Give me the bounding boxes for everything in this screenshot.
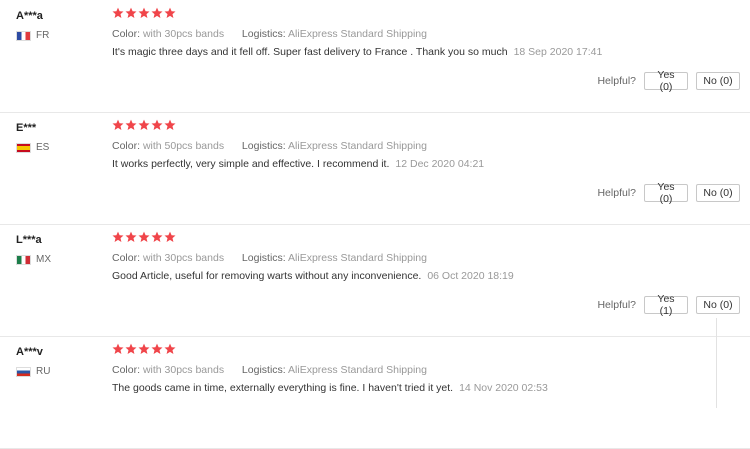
reviewer-name: A***a	[16, 10, 43, 22]
reviewer-name: L***a	[16, 234, 42, 246]
star-icon	[138, 7, 150, 19]
review-item: A***v RU Color: with 30pcs bands Logisti…	[0, 336, 750, 449]
color-label: Color:	[112, 252, 141, 264]
logistics-value: AliExpress Standard Shipping	[288, 140, 427, 152]
helpful-no-button[interactable]: No (0)	[696, 296, 740, 314]
star-icon	[125, 231, 137, 243]
star-icon	[151, 7, 163, 19]
helpful-bar: Helpful? Yes (0) No (0)	[597, 69, 740, 93]
star-icon	[164, 7, 176, 19]
spain-flag-icon	[16, 142, 31, 153]
logistics-label: Logistics:	[241, 252, 286, 264]
sku-info: Color: with 30pcs bands Logistics: AliEx…	[112, 28, 427, 40]
divider-line	[716, 318, 717, 408]
review-text: It works perfectly, very simple and effe…	[112, 158, 484, 170]
russia-flag-icon	[16, 366, 31, 377]
review-body: The goods came in time, externally every…	[112, 382, 454, 394]
helpful-yes-button[interactable]: Yes (0)	[644, 181, 688, 205]
review-body: It's magic three days and it fell off. S…	[112, 46, 508, 58]
star-icon	[125, 119, 137, 131]
star-icon	[151, 119, 163, 131]
sku-info: Color: with 30pcs bands Logistics: AliEx…	[112, 252, 427, 264]
star-rating	[112, 231, 176, 243]
star-icon	[164, 231, 176, 243]
helpful-label: Helpful?	[597, 75, 636, 87]
star-icon	[112, 343, 124, 355]
reviewer-name: A***v	[16, 346, 43, 358]
helpful-no-button[interactable]: No (0)	[696, 184, 740, 202]
review-date: 14 Nov 2020 02:53	[459, 382, 548, 394]
star-icon	[138, 119, 150, 131]
star-rating	[112, 343, 176, 355]
logistics-label: Logistics:	[241, 364, 286, 376]
country-code: FR	[36, 30, 50, 41]
review-body: It works perfectly, very simple and effe…	[112, 158, 390, 170]
star-icon	[138, 343, 150, 355]
review-text: The goods came in time, externally every…	[112, 382, 548, 394]
color-value: with 30pcs bands	[142, 364, 225, 376]
color-label: Color:	[112, 364, 141, 376]
review-text: It's magic three days and it fell off. S…	[112, 46, 602, 58]
color-label: Color:	[112, 28, 141, 40]
review-text: Good Article, useful for removing warts …	[112, 270, 514, 282]
reviewer-country: FR	[16, 30, 49, 41]
logistics-label: Logistics:	[241, 28, 286, 40]
star-icon	[125, 343, 137, 355]
sku-info: Color: with 50pcs bands Logistics: AliEx…	[112, 140, 427, 152]
france-flag-icon	[16, 30, 31, 41]
star-icon	[112, 7, 124, 19]
reviewer-name: E***	[16, 122, 37, 134]
helpful-bar: Helpful? Yes (0) No (0)	[597, 181, 740, 205]
star-icon	[112, 231, 124, 243]
star-icon	[125, 7, 137, 19]
star-icon	[151, 343, 163, 355]
country-code: ES	[36, 142, 50, 153]
helpful-yes-button[interactable]: Yes (1)	[644, 293, 688, 317]
review-date: 12 Dec 2020 04:21	[395, 158, 485, 170]
star-icon	[151, 231, 163, 243]
helpful-label: Helpful?	[597, 299, 636, 311]
star-rating	[112, 7, 176, 19]
review-date: 18 Sep 2020 17:41	[513, 46, 603, 58]
helpful-label: Helpful?	[597, 187, 636, 199]
star-icon	[164, 343, 176, 355]
helpful-yes-button[interactable]: Yes (0)	[644, 69, 688, 93]
color-value: with 50pcs bands	[142, 140, 225, 152]
reviewer-country: ES	[16, 142, 49, 153]
review-item: E*** ES Color: with 50pcs bands Logistic…	[0, 112, 750, 225]
review-item: L***a MX Color: with 30pcs bands Logisti…	[0, 224, 750, 337]
logistics-value: AliExpress Standard Shipping	[288, 364, 427, 376]
logistics-value: AliExpress Standard Shipping	[288, 252, 427, 264]
review-body: Good Article, useful for removing warts …	[112, 270, 422, 282]
sku-info: Color: with 30pcs bands Logistics: AliEx…	[112, 364, 427, 376]
helpful-bar: Helpful? Yes (1) No (0)	[597, 293, 740, 317]
logistics-value: AliExpress Standard Shipping	[288, 28, 427, 40]
review-date: 06 Oct 2020 18:19	[427, 270, 514, 282]
country-code: MX	[36, 254, 51, 265]
star-rating	[112, 119, 176, 131]
review-item: A***a FR Color: with 30pcs bands Logisti…	[0, 0, 750, 113]
helpful-no-button[interactable]: No (0)	[696, 72, 740, 90]
reviewer-country: MX	[16, 254, 51, 265]
star-icon	[112, 119, 124, 131]
color-label: Color:	[112, 140, 141, 152]
reviewer-country: RU	[16, 366, 50, 377]
country-code: RU	[36, 366, 51, 377]
star-icon	[164, 119, 176, 131]
star-icon	[138, 231, 150, 243]
logistics-label: Logistics:	[241, 140, 286, 152]
color-value: with 30pcs bands	[142, 252, 225, 264]
color-value: with 30pcs bands	[142, 28, 225, 40]
mexico-flag-icon	[16, 254, 31, 265]
